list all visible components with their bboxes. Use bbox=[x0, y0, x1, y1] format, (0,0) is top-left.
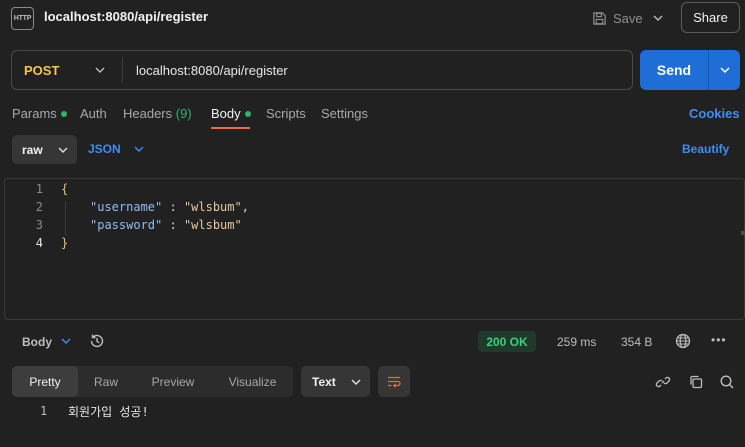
line-number: 4 bbox=[35, 236, 43, 250]
tab-headers-label: Headers bbox=[123, 106, 173, 121]
tab-settings[interactable]: Settings bbox=[321, 106, 368, 121]
tab-pretty[interactable]: Pretty bbox=[12, 366, 78, 397]
more-options-icon[interactable]: ••• bbox=[711, 333, 727, 347]
wrap-lines-button[interactable] bbox=[378, 366, 410, 397]
send-button[interactable]: Send bbox=[640, 50, 740, 90]
indent-guide bbox=[65, 201, 66, 235]
response-body-label[interactable]: Body bbox=[22, 335, 52, 349]
body-format-select[interactable]: JSON bbox=[88, 142, 145, 156]
response-line-number: 1 bbox=[40, 404, 48, 418]
tab-auth-label: Auth bbox=[80, 106, 107, 121]
tab-settings-label: Settings bbox=[321, 106, 368, 121]
line-number: 1 bbox=[35, 182, 43, 196]
save-icon bbox=[593, 11, 606, 25]
method-select[interactable]: POST bbox=[24, 63, 59, 78]
save-button[interactable]: Save bbox=[592, 5, 643, 31]
active-tab-underline bbox=[211, 127, 250, 129]
tab-scripts[interactable]: Scripts bbox=[266, 106, 306, 121]
cookies-link[interactable]: Cookies bbox=[689, 106, 740, 121]
json-value: "wlsbum" bbox=[183, 218, 242, 232]
tab-raw[interactable]: Raw bbox=[78, 366, 134, 397]
history-icon[interactable] bbox=[88, 332, 106, 350]
tab-auth[interactable]: Auth bbox=[80, 106, 107, 121]
tab-params-label: Params bbox=[12, 106, 57, 121]
save-options-chevron-down-icon[interactable] bbox=[652, 8, 670, 28]
link-icon[interactable] bbox=[655, 374, 671, 390]
copy-icon[interactable] bbox=[688, 374, 704, 390]
line-number: 3 bbox=[35, 218, 43, 232]
body-mode-value: raw bbox=[22, 142, 43, 157]
tab-visualize[interactable]: Visualize bbox=[212, 366, 293, 397]
code-line-3: "password" : "wlsbum" bbox=[90, 218, 242, 232]
response-time[interactable]: 259 ms bbox=[557, 335, 596, 349]
request-title[interactable]: localhost:8080/api/register bbox=[44, 9, 208, 24]
body-mode-select[interactable]: raw bbox=[12, 135, 77, 164]
beautify-link[interactable]: Beautify bbox=[682, 142, 729, 156]
url-bar: POST localhost:8080/api/register bbox=[11, 50, 633, 90]
tab-preview[interactable]: Preview bbox=[134, 366, 212, 397]
tab-body-label: Body bbox=[211, 106, 241, 121]
json-separator: : bbox=[162, 200, 184, 214]
tab-scripts-label: Scripts bbox=[266, 106, 306, 121]
status-badge[interactable]: 200 OK bbox=[478, 331, 536, 352]
json-key: "username" bbox=[90, 200, 163, 214]
tab-params[interactable]: Params bbox=[12, 106, 67, 121]
wrap-lines-icon bbox=[388, 376, 401, 388]
line-number: 2 bbox=[35, 200, 43, 214]
chevron-down-icon bbox=[58, 147, 68, 153]
response-format-select[interactable]: Text bbox=[301, 366, 370, 397]
url-divider bbox=[122, 57, 123, 83]
send-label[interactable]: Send bbox=[640, 50, 708, 90]
body-indicator-dot bbox=[244, 110, 251, 117]
tab-body[interactable]: Body bbox=[211, 106, 251, 121]
json-comma: , bbox=[241, 200, 249, 214]
json-separator: : bbox=[162, 218, 184, 232]
globe-icon[interactable] bbox=[675, 333, 691, 349]
response-content[interactable]: 회원가입 성공! bbox=[68, 403, 149, 420]
save-label: Save bbox=[613, 10, 643, 26]
response-format-value: Text bbox=[312, 374, 336, 389]
url-input[interactable]: localhost:8080/api/register bbox=[136, 63, 288, 78]
json-value: "wlsbum" bbox=[183, 200, 242, 214]
chevron-down-icon bbox=[351, 379, 361, 385]
response-size[interactable]: 354 B bbox=[621, 335, 652, 349]
response-view-tabs: Pretty Raw Preview Visualize bbox=[12, 366, 293, 397]
chevron-down-icon bbox=[134, 146, 144, 152]
request-body-editor[interactable]: 1 2 3 4 { "username" : "wlsbum", "passwo… bbox=[4, 178, 745, 320]
body-format-value: JSON bbox=[88, 142, 121, 156]
http-icon-text: HTTP bbox=[13, 15, 32, 22]
json-key: "password" bbox=[90, 218, 163, 232]
method-chevron-down-icon[interactable] bbox=[94, 63, 106, 80]
code-line-1: { bbox=[61, 182, 69, 196]
http-request-icon: HTTP bbox=[11, 7, 34, 30]
editor-scrollbar[interactable] bbox=[741, 231, 745, 235]
response-chevron-down-icon[interactable] bbox=[60, 334, 72, 351]
send-options-chevron-down-icon[interactable] bbox=[709, 50, 740, 90]
code-line-4: } bbox=[61, 236, 69, 250]
share-button[interactable]: Share bbox=[681, 2, 740, 33]
code-line-2: "username" : "wlsbum", bbox=[90, 200, 249, 214]
headers-count: (9) bbox=[175, 106, 192, 121]
request-header: HTTP localhost:8080/api/register Save Sh… bbox=[0, 0, 745, 36]
search-icon[interactable] bbox=[719, 374, 735, 390]
tab-headers[interactable]: Headers (9) bbox=[123, 106, 192, 121]
params-indicator-dot bbox=[60, 110, 67, 117]
